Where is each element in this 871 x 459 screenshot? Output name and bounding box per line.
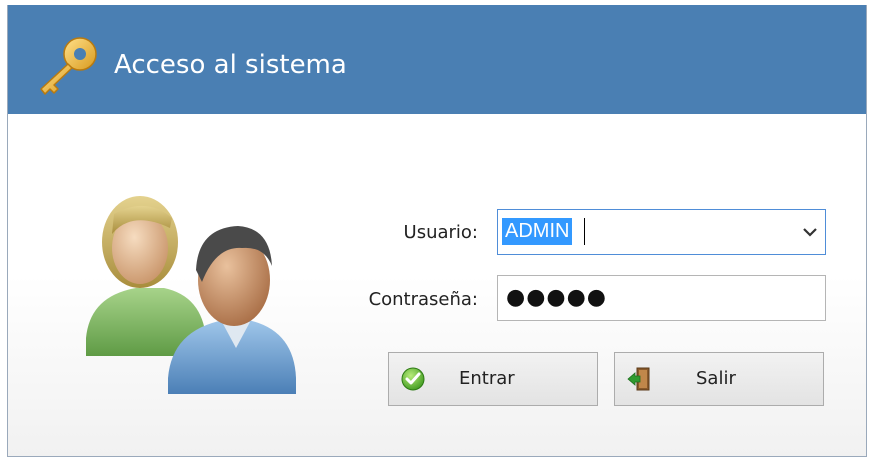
key-icon: [40, 37, 97, 95]
password-field[interactable]: ●●●●●: [497, 275, 826, 321]
text-caret: [584, 218, 585, 245]
exit-button[interactable]: Salir: [614, 352, 824, 406]
user-combobox[interactable]: ADMIN: [497, 209, 826, 255]
exit-door-icon: [627, 367, 650, 391]
chevron-down-icon[interactable]: [803, 227, 817, 237]
login-window: Acceso al sistema Usuario: ADMIN Contras…: [7, 5, 867, 457]
enter-button-label: Entrar: [459, 368, 515, 389]
user-label: Usuario:: [403, 222, 478, 243]
check-icon: [401, 367, 425, 391]
title-bar: Acceso al sistema: [8, 5, 866, 114]
password-label: Contraseña:: [368, 289, 478, 310]
exit-button-label: Salir: [696, 368, 736, 389]
enter-button[interactable]: Entrar: [388, 352, 598, 406]
password-value: ●●●●●: [506, 285, 607, 310]
users-icon: [86, 196, 296, 394]
user-value[interactable]: ADMIN: [502, 218, 573, 245]
window-title: Acceso al sistema: [114, 50, 347, 80]
